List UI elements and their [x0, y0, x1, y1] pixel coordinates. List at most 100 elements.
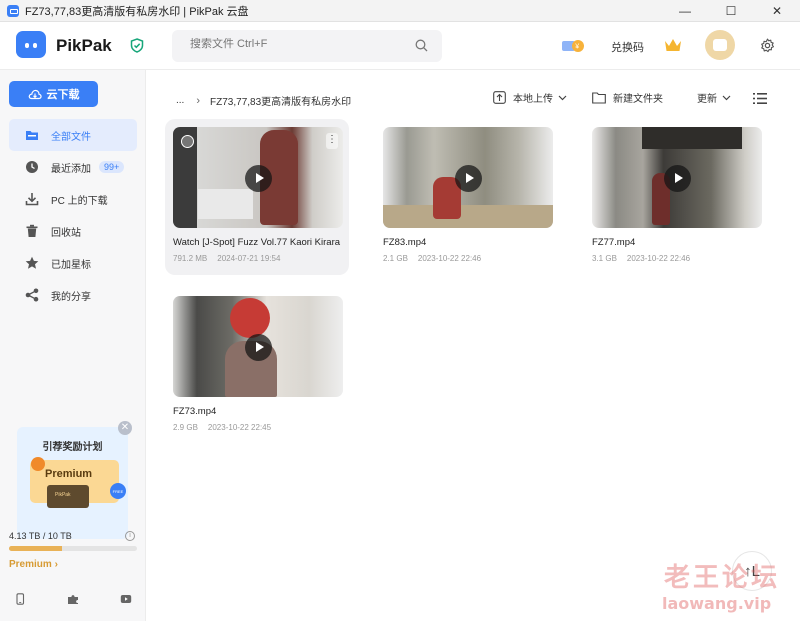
- hat-shape: [230, 298, 270, 338]
- sidebar-nav: 全部文件 最近添加 99+ PC 上的下载 回收站 已加星标 我的分享: [9, 119, 137, 311]
- trash-icon: [26, 224, 38, 237]
- file-date: 2024-07-21 19:54: [217, 254, 281, 263]
- sidebar-item-label: PC 上的下载: [51, 195, 108, 207]
- new-folder-button[interactable]: 新建文件夹: [592, 90, 663, 105]
- window-controls: — ☐ ✕: [662, 0, 800, 22]
- promo-close-icon[interactable]: ✕: [118, 421, 132, 435]
- play-icon[interactable]: [664, 165, 691, 192]
- list-view-icon[interactable]: [753, 93, 767, 104]
- free-tag: FREE: [110, 483, 126, 499]
- new-folder-label: 新建文件夹: [613, 94, 663, 105]
- sidebar-item-label: 回收站: [51, 227, 81, 239]
- folder-icon: [26, 131, 38, 140]
- breadcrumb: ... › FZ73,77,83更高清版有私房水印: [176, 93, 351, 109]
- app-icon: [7, 4, 19, 17]
- upload-button[interactable]: 本地上传: [493, 90, 574, 105]
- chevron-right-icon: ›: [196, 94, 201, 107]
- sidebar-item-label: 最近添加: [51, 163, 91, 175]
- sidebar-item-label: 我的分享: [51, 291, 91, 303]
- storage-text: 4.13 TB / 10 TB: [9, 531, 72, 541]
- file-name: FZ73.mp4: [173, 406, 217, 417]
- upload-label: 本地上传: [513, 94, 553, 105]
- minimize-button[interactable]: —: [662, 0, 708, 22]
- close-button[interactable]: ✕: [754, 0, 800, 22]
- select-checkbox[interactable]: [181, 135, 194, 148]
- redeem-code-link[interactable]: 兑换码: [611, 39, 644, 55]
- file-size: 2.9 GB: [173, 423, 198, 432]
- video-thumbnail: ⋮: [173, 127, 343, 228]
- maximize-button[interactable]: ☐: [708, 0, 754, 22]
- sidebar-item-starred[interactable]: 已加星标: [9, 247, 137, 279]
- file-date: 2023-10-22 22:45: [207, 423, 272, 432]
- video-thumbnail: [592, 127, 762, 228]
- file-meta: 2.9 GB 2023-10-22 22:45: [173, 423, 281, 432]
- star-icon: [25, 256, 39, 269]
- storage-bar-fill: [9, 546, 62, 551]
- app-header: PikPak ¥ 兑换码: [0, 22, 800, 70]
- new-folder-icon: [592, 91, 606, 104]
- recent-count-badge: 99+: [99, 161, 125, 173]
- video-thumbnail: [173, 296, 343, 397]
- sidebar-item-pc-downloads[interactable]: PC 上的下载: [9, 183, 137, 215]
- file-meta: 2.1 GB 2023-10-22 22:46: [383, 254, 491, 263]
- play-icon[interactable]: [455, 165, 482, 192]
- shield-check-icon[interactable]: [130, 38, 144, 53]
- sidebar-item-trash[interactable]: 回收站: [9, 215, 137, 247]
- play-icon[interactable]: [245, 165, 272, 192]
- vip-coupon-icon[interactable]: ¥: [561, 38, 585, 54]
- share-icon: [25, 288, 39, 302]
- sidebar-item-all-files[interactable]: 全部文件: [9, 119, 137, 151]
- file-size: 3.1 GB: [592, 254, 617, 263]
- file-name: FZ83.mp4: [383, 237, 427, 248]
- file-date: 2023-10-22 22:46: [417, 254, 482, 263]
- watermark-text: 老王论坛: [664, 563, 781, 593]
- premium-link[interactable]: Premium ›: [9, 559, 58, 570]
- crown-icon[interactable]: [664, 37, 682, 53]
- gear-icon[interactable]: [760, 38, 775, 53]
- chevron-down-icon: [558, 95, 567, 100]
- play-icon[interactable]: [245, 334, 272, 361]
- search-box[interactable]: [172, 30, 442, 62]
- file-card[interactable]: FZ73.mp4 2.9 GB 2023-10-22 22:45: [165, 288, 349, 444]
- avatar[interactable]: [705, 30, 735, 60]
- watermark-url: laowang.vip: [662, 594, 772, 613]
- storage-bar: [9, 546, 137, 551]
- info-icon[interactable]: i: [125, 531, 135, 541]
- upload-icon: [493, 91, 506, 104]
- search-input[interactable]: [190, 38, 410, 50]
- cloud-download-icon: [28, 89, 42, 99]
- cloud-download-label: 云下载: [46, 89, 80, 101]
- sidebar-item-recent[interactable]: 最近添加 99+: [9, 151, 137, 183]
- sidebar-item-label: 已加星标: [51, 259, 91, 271]
- sidebar-item-shares[interactable]: 我的分享: [9, 279, 137, 311]
- title-bar: FZ73,77,83更高清版有私房水印 | PikPak 云盘 — ☐ ✕: [0, 0, 800, 22]
- pikpak-logo-icon: [16, 31, 46, 58]
- breadcrumb-root[interactable]: ...: [176, 95, 184, 106]
- badge-star-icon: [31, 457, 45, 471]
- file-card[interactable]: ⋮ Watch [J-Spot] Fuzz Vol.77 Kaori Kirar…: [165, 119, 349, 275]
- file-name: FZ77.mp4: [592, 237, 636, 248]
- cloud-download-button[interactable]: 云下载: [9, 81, 98, 107]
- promo-title: 引荐奖励计划: [42, 442, 103, 453]
- ground-shape: [383, 205, 553, 228]
- file-card[interactable]: FZ77.mp4 3.1 GB 2023-10-22 22:46: [584, 119, 768, 275]
- more-options-icon[interactable]: ⋮: [326, 133, 338, 149]
- sidebar-item-label: 全部文件: [51, 131, 91, 143]
- sort-label: 更新: [697, 94, 717, 105]
- file-card[interactable]: FZ83.mp4 2.1 GB 2023-10-22 22:46: [375, 119, 559, 275]
- window-title: FZ73,77,83更高清版有私房水印 | PikPak 云盘: [25, 5, 249, 18]
- video-player-icon[interactable]: [120, 593, 132, 605]
- bed-shape: [198, 189, 253, 219]
- svg-text:¥: ¥: [575, 44, 579, 51]
- search-icon[interactable]: [415, 39, 428, 52]
- file-size: 791.2 MB: [173, 254, 208, 263]
- file-toolbar: ... › FZ73,77,83更高清版有私房水印 本地上传 新建文件夹 更新: [146, 70, 800, 118]
- referral-promo-card[interactable]: 引荐奖励计划 Premium FREE: [17, 427, 128, 539]
- pikpak-card-graphic: [47, 485, 89, 508]
- phone-icon[interactable]: [14, 593, 26, 605]
- sort-dropdown[interactable]: 更新: [697, 90, 738, 105]
- promo-premium-text: Premium: [45, 468, 93, 480]
- puzzle-icon[interactable]: [67, 593, 79, 605]
- file-date: 2023-10-22 22:46: [626, 254, 691, 263]
- file-meta: 791.2 MB 2024-07-21 19:54: [173, 254, 290, 263]
